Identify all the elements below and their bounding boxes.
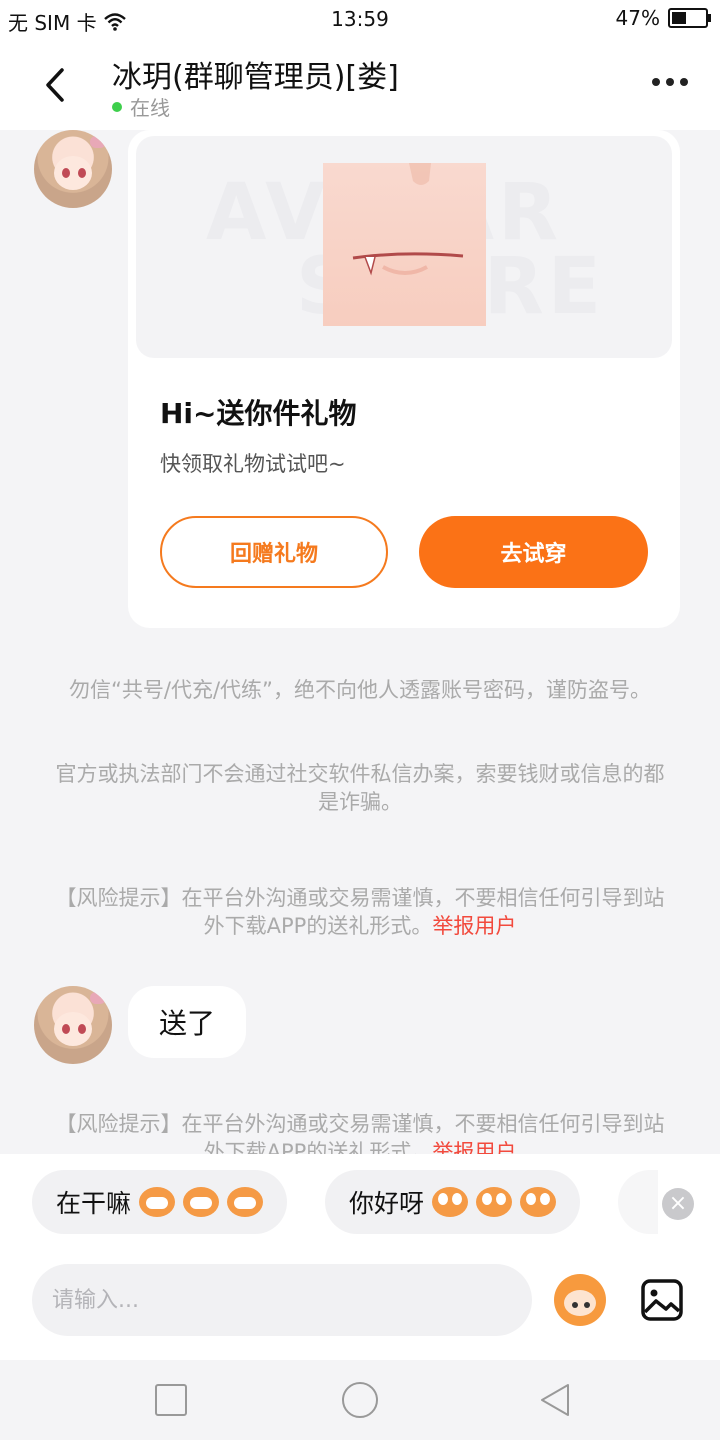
battery-percent: 47% [615,6,660,30]
message-input[interactable] [32,1264,532,1336]
avatar[interactable] [34,986,112,1064]
risk-notice: 【风险提示】在平台外沟通或交易需谨慎，不要相信任何引导到站外下载APP的送礼形式… [50,884,670,940]
avatar[interactable] [34,130,112,208]
quick-reply-chip[interactable]: 你好呀 [325,1170,581,1234]
quick-reply-chip-partial[interactable] [618,1170,658,1234]
chat-title: 冰玥(群聊管理员)[娄] [112,60,399,95]
quick-reply-label: 在干嘛 [56,1189,132,1218]
risk-notice-text: 【风险提示】在平台外沟通或交易需谨慎，不要相信任何引导到站外下载APP的送礼形式… [55,886,665,938]
grin-emoji-icon [139,1187,176,1217]
gift-title: Hi~送你件礼物 [160,397,357,430]
gift-subtitle: 快领取礼物试试吧~ [160,452,346,476]
back-arrow-icon[interactable] [34,60,78,110]
recent-apps-icon[interactable] [155,1384,187,1416]
online-status: 在线 [112,92,170,121]
system-nav-bar [0,1360,720,1440]
clock: 13:59 [331,7,389,31]
status-right: 47% [615,6,711,30]
message-bubble[interactable]: 送了 [128,986,246,1058]
gift-preview[interactable]: AVATAR STORE [136,136,672,358]
wide-eye-emoji-icon [520,1187,557,1217]
sticker-icon[interactable] [554,1274,606,1326]
report-user-link[interactable]: 举报用户 [432,914,516,938]
more-options-icon[interactable] [652,78,688,86]
battery-icon [668,8,711,28]
return-gift-button[interactable]: 回赠礼物 [160,516,388,588]
image-icon[interactable] [638,1276,686,1324]
home-icon[interactable] [342,1382,378,1418]
online-dot-icon [112,101,122,112]
quick-reply-bar: 在干嘛 你好呀 × [0,1154,720,1260]
close-icon[interactable]: × [662,1188,694,1220]
quick-reply-label: 你好呀 [349,1189,425,1218]
input-bar [0,1260,720,1360]
nav-back-icon[interactable] [538,1382,572,1418]
status-bar: 无 SIM 卡 13:59 47% [0,0,720,38]
gift-message-card: AVATAR STORE Hi~送你件礼物 快领取礼物试试吧~ 回赠礼物 去试穿 [128,130,680,628]
grin-emoji-icon [183,1187,220,1217]
online-status-label: 在线 [130,96,170,120]
wide-eye-emoji-icon [476,1187,513,1217]
try-on-button[interactable]: 去试穿 [419,516,648,588]
fraud-notice-1: 勿信“共号/代充/代练”，绝不向他人透露账号密码，谨防盗号。 [69,678,651,702]
wide-eye-emoji-icon [432,1187,469,1217]
grin-emoji-icon [227,1187,264,1217]
quick-reply-chip[interactable]: 在干嘛 [32,1170,288,1234]
gift-item-image [323,163,486,326]
fraud-notice-2: 官方或执法部门不会通过社交软件私信办案，索要钱财或信息的都是诈骗。 [55,762,665,814]
chat-header: 冰玥(群聊管理员)[娄] 在线 [0,38,720,130]
